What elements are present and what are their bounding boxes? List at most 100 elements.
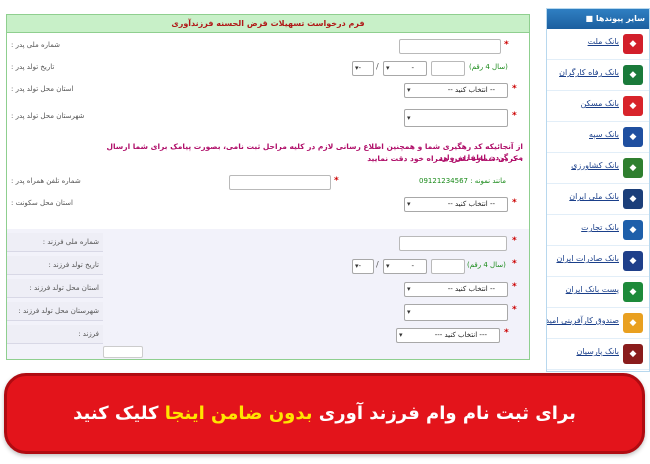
bullet-icon: ■ (585, 14, 594, 23)
sidebar-item-label[interactable]: بانک کشاورزی (571, 161, 619, 170)
child-birth-day-select[interactable]: ▾ - (352, 259, 374, 274)
child-birth-month-select[interactable]: ▾ - (383, 259, 427, 274)
row-father-national-id: شماره ملی پدر : * (7, 37, 529, 56)
chevron-down-icon: ▾ (386, 262, 390, 270)
maskan-logo-icon: ◆ (623, 96, 643, 116)
sidebar-item[interactable]: ◆ بانک پارسیان (547, 339, 649, 370)
chevron-down-icon: ▾ (407, 308, 411, 316)
loan-request-form: فرم درخواست تسهیلات قرض الحسنه فرزندآوری… (6, 14, 530, 360)
father-phone-input[interactable] (229, 175, 331, 190)
sidebar-item[interactable]: ◆ بانک صادرات ایران (547, 246, 649, 277)
father-birth-day-select[interactable]: ▾ - (352, 61, 374, 76)
chevron-down-icon: ▾ (386, 64, 390, 72)
label-child-birth-province: استان محل تولد فرزند : (7, 279, 103, 298)
sidebar-item[interactable]: ◆ بانک ملت (547, 29, 649, 60)
refah-logo-icon: ◆ (623, 65, 643, 85)
child-national-id-input[interactable] (399, 236, 507, 251)
sidebar-item-label[interactable]: پست بانک ایران (566, 285, 619, 294)
required-mark: * (334, 176, 339, 186)
row-father-birth-city: شهرستان محل تولد پدر : * ▾ (7, 107, 529, 129)
row-father-birth-date: تاریخ تولد پدر : (سال 4 رقم) ▾ - / ▾ - (7, 59, 529, 78)
father-birth-city-select[interactable]: ▾ (404, 109, 508, 127)
date-separator: / (376, 62, 379, 71)
row-child-birth-city: شهرستان محل تولد فرزند : * ▾ (7, 302, 529, 322)
sidebar-item-label[interactable]: بانک مسکن (580, 99, 619, 108)
chevron-down-icon: ▾ (407, 285, 411, 293)
form-title: فرم درخواست تسهیلات قرض الحسنه فرزندآوری (7, 15, 529, 33)
sample-phone-hint: مانند نمونه : 09121234567 (419, 177, 506, 185)
banner-highlight[interactable]: بدون ضامن اینجا (165, 403, 313, 424)
required-mark: * (512, 282, 517, 292)
sidebar-item[interactable]: ◆ بانک کشاورزی (547, 153, 649, 184)
required-mark: * (512, 84, 517, 94)
chevron-down-icon: ▾ (407, 200, 411, 208)
label-child-birth-city: شهرستان محل تولد فرزند : (7, 302, 103, 321)
sepah-logo-icon: ◆ (623, 127, 643, 147)
chevron-down-icon: ▾ (407, 86, 411, 94)
required-mark: * (512, 305, 517, 315)
sidebar-item[interactable]: ◆ بانک مسکن (547, 91, 649, 122)
label-father-birth-province: استان محل تولد پدر : (11, 85, 74, 93)
label-father-national-id: شماره ملی پدر : (11, 41, 61, 49)
row-child-birth-province: استان محل تولد فرزند : * ▾ -- انتخاب کنید… (7, 279, 529, 299)
residence-province-select[interactable]: ▾ -- انتخاب کنید -- (404, 197, 508, 212)
sidebar: سایر پیوندها ■ ◆ بانک ملت ◆ بانک رفاه کارگر… (546, 8, 650, 372)
required-mark: * (512, 236, 517, 246)
sidebar-item[interactable]: ◆ صندوق کارآفرینی امید (547, 308, 649, 339)
sidebar-item[interactable]: ◆ بانک تجارت (547, 215, 649, 246)
child-birth-city-select[interactable]: ▾ (404, 304, 508, 321)
sidebar-item-label[interactable]: صندوق کارآفرینی امید (547, 316, 619, 325)
sidebar-item[interactable]: ◆ بانک ملی ایران (547, 184, 649, 215)
required-mark: * (512, 198, 517, 208)
label-child-birth-date: تاریخ تولد فرزند : (7, 256, 103, 275)
chevron-down-icon: ▾ (355, 64, 359, 72)
required-mark: * (504, 328, 509, 338)
label-father-birth-date: تاریخ تولد پدر : (11, 63, 55, 71)
child-birth-year-input[interactable] (431, 259, 465, 274)
sidebar-item-label[interactable]: بانک تجارت (581, 223, 619, 232)
father-birth-year-input[interactable] (431, 61, 465, 76)
label-residence-province: استان محل سکونت : (11, 199, 73, 207)
label-child-national-id: شماره ملی فرزند : (7, 233, 103, 252)
father-national-id-input[interactable] (399, 39, 501, 54)
row-child-national-id: شماره ملی فرزند : * (7, 233, 529, 253)
keshavarzi-logo-icon: ◆ (623, 158, 643, 178)
father-birth-province-select[interactable]: ▾ -- انتخاب کنید -- (404, 83, 508, 98)
banner-text: برای ثبت نام وام فرزند آوری بدون ضامن ای… (73, 403, 576, 424)
child-birth-province-select[interactable]: ▾ -- انتخاب کنید -- (404, 282, 508, 297)
mellat-logo-icon: ◆ (623, 34, 643, 54)
chevron-down-icon: ▾ (399, 331, 403, 339)
partial-input[interactable] (103, 346, 143, 358)
sidebar-item-label[interactable]: بانک ملت (588, 37, 619, 46)
sidebar-item[interactable]: ◆ پست بانک ایران (547, 277, 649, 308)
sidebar-item-label[interactable]: بانک رفاه کارگران (559, 68, 619, 77)
date-separator: / (376, 260, 379, 269)
sidebar-item[interactable]: ◆ بانک سپه (547, 122, 649, 153)
register-banner[interactable]: برای ثبت نام وام فرزند آوری بدون ضامن ای… (4, 373, 645, 454)
label-father-birth-city: شهرستان محل تولد پدر : (11, 112, 85, 120)
year-hint: (سال 4 رقم) (467, 261, 506, 269)
required-mark: * (512, 259, 517, 269)
row-residence-province: استان محل سکونت : * ▾ -- انتخاب کنید -- (7, 195, 529, 214)
row-child: فرزند : * ▾ --- انتخاب کنید --- (7, 325, 529, 345)
sidebar-list: ◆ بانک ملت ◆ بانک رفاه کارگران ◆ بانک مسکن ◆ با… (547, 29, 649, 370)
chevron-down-icon: ▾ (355, 262, 359, 270)
required-mark: * (512, 111, 517, 121)
sidebar-item-label[interactable]: بانک صادرات ایران (556, 254, 619, 263)
omid-logo-icon: ◆ (623, 313, 643, 333)
sidebar-item-label[interactable]: بانک سپه (589, 130, 619, 139)
postbank-logo-icon: ◆ (623, 282, 643, 302)
required-mark: * (504, 40, 509, 50)
melli-logo-icon: ◆ (623, 189, 643, 209)
parsian-logo-icon: ◆ (623, 344, 643, 364)
sidebar-item[interactable]: ◆ بانک رفاه کارگران (547, 60, 649, 91)
tejarat-logo-icon: ◆ (623, 220, 643, 240)
row-father-birth-province: استان محل تولد پدر : * ▾ -- انتخاب کنید -… (7, 81, 529, 100)
father-birth-month-select[interactable]: ▾ - (383, 61, 427, 76)
label-child: فرزند : (7, 325, 103, 344)
sidebar-title: سایر پیوندها ■ (547, 9, 649, 29)
chevron-down-icon: ▾ (407, 114, 411, 122)
sidebar-item-label[interactable]: بانک پارسیان (576, 347, 619, 356)
sidebar-item-label[interactable]: بانک ملی ایران (569, 192, 619, 201)
child-select[interactable]: ▾ --- انتخاب کنید --- (396, 328, 500, 343)
